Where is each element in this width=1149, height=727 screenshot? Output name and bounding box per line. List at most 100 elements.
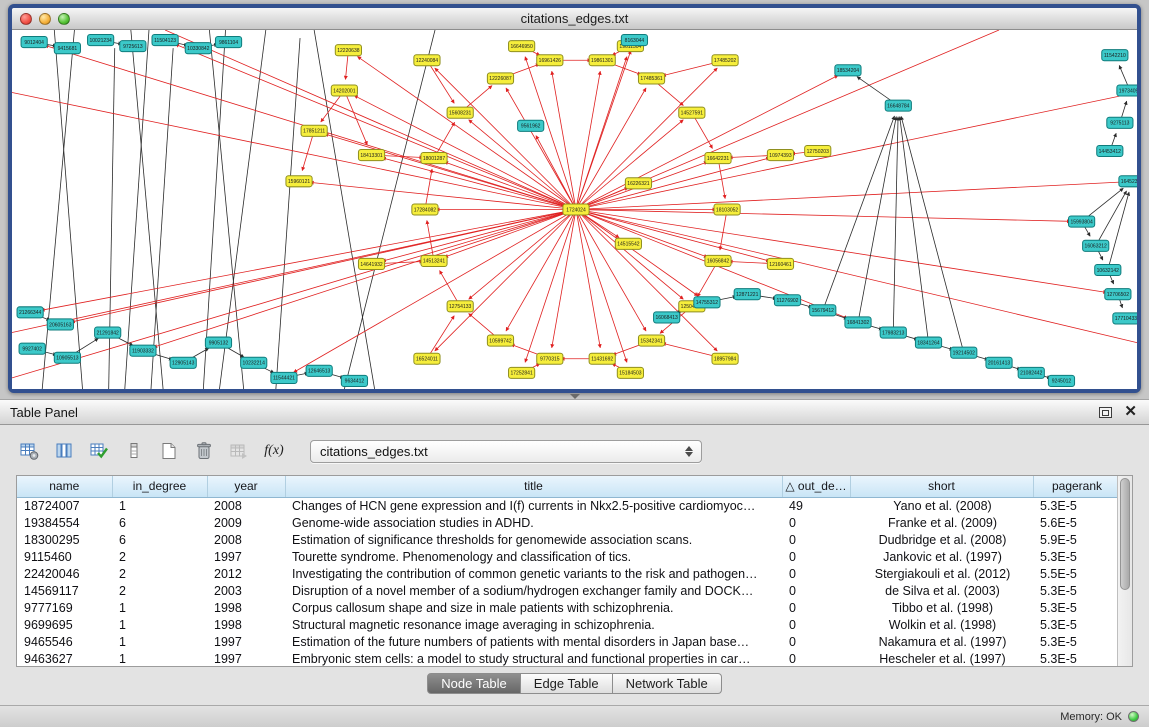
column-header-pagerank[interactable]: pagerank	[1033, 476, 1117, 497]
graph-node[interactable]: 14527591	[679, 107, 705, 118]
table-cell[interactable]: 2012	[207, 565, 285, 582]
graph-node[interactable]: 21082442	[1018, 367, 1044, 378]
table-row[interactable]: 911546021997Tourette syndrome. Phenomeno…	[17, 548, 1117, 565]
table-cell[interactable]: 1	[112, 633, 207, 650]
graph-node[interactable]: 17710433	[1113, 313, 1137, 324]
table-cell[interactable]: 5.3E-5	[1033, 497, 1117, 514]
graph-node[interactable]: 10974393	[767, 149, 793, 160]
table-cell[interactable]: 1998	[207, 599, 285, 616]
graph-node[interactable]: 20161413	[986, 357, 1012, 368]
graph-edge[interactable]	[576, 210, 683, 300]
table-cell[interactable]: 1	[112, 497, 207, 514]
table-cell[interactable]: Disruption of a novel member of a sodium…	[285, 582, 782, 599]
graph-node[interactable]: 12871221	[734, 289, 760, 300]
graph-node[interactable]: 14453412	[1097, 145, 1123, 156]
graph-node[interactable]: 19734093	[1117, 85, 1137, 96]
delete-table-button[interactable]	[191, 438, 217, 464]
table-row[interactable]: 946554611997Estimation of the future num…	[17, 633, 1117, 650]
graph-node[interactable]: 17284082	[412, 204, 438, 215]
graph-node[interactable]: 12754133	[447, 301, 473, 312]
function-builder-button[interactable]: f(x)	[261, 438, 287, 464]
graph-node[interactable]: 10232214	[241, 357, 267, 368]
table-cell[interactable]: Franke et al. (2009)	[850, 514, 1033, 531]
graph-node[interactable]: 17983213	[880, 327, 906, 338]
table-mode-button[interactable]	[16, 438, 42, 464]
graph-node[interactable]: 14513241	[421, 255, 447, 266]
graph-node[interactable]: 10599742	[487, 335, 513, 346]
graph-node[interactable]: 19861301	[589, 55, 615, 66]
graph-node[interactable]: 12240084	[414, 55, 440, 66]
table-cell[interactable]: Jankovic et al. (1997)	[850, 548, 1033, 565]
table-cell[interactable]: 0	[782, 531, 850, 548]
zoom-window-icon[interactable]	[58, 13, 70, 25]
table-cell[interactable]: Changes of HCN gene expression and I(f) …	[285, 497, 782, 514]
table-row[interactable]: 1872400712008Changes of HCN gene express…	[17, 497, 1117, 514]
table-cell[interactable]: 0	[782, 565, 850, 582]
table-cell[interactable]: 2	[112, 548, 207, 565]
column-header-year[interactable]: year	[207, 476, 285, 497]
graph-node[interactable]: 12226087	[487, 73, 513, 84]
graph-node[interactable]: 11431692	[589, 353, 615, 364]
single-column-button[interactable]	[121, 438, 147, 464]
graph-node[interactable]: 16056842	[705, 255, 731, 266]
column-header-title[interactable]: title	[285, 476, 782, 497]
table-cell[interactable]: 2	[112, 582, 207, 599]
graph-edge[interactable]	[893, 117, 898, 333]
graph-node[interactable]: 10330842	[185, 43, 211, 54]
graph-edge[interactable]	[901, 116, 964, 352]
table-cell[interactable]: 22420046	[17, 565, 112, 582]
graph-node[interactable]: 14641932	[358, 258, 384, 269]
table-cell[interactable]: Tourette syndrome. Phenomenology and cla…	[285, 548, 782, 565]
graph-node[interactable]: 18341264	[915, 337, 941, 348]
table-cell[interactable]: Nakamura et al. (1997)	[850, 633, 1033, 650]
table-cell[interactable]: 1998	[207, 616, 285, 633]
table-cell[interactable]: 5.3E-5	[1033, 599, 1117, 616]
tab-network-table[interactable]: Network Table	[613, 673, 722, 694]
table-cell[interactable]: 9115460	[17, 548, 112, 565]
graph-node[interactable]: 9275113	[1107, 117, 1133, 128]
table-cell[interactable]: 2009	[207, 514, 285, 531]
graph-edge[interactable]	[153, 210, 576, 348]
graph-edge[interactable]	[294, 210, 576, 373]
table-row[interactable]: 977716911998Corpus callosum shape and si…	[17, 599, 1117, 616]
graph-node[interactable]: 11544421	[271, 372, 297, 383]
graph-edge[interactable]	[525, 210, 576, 363]
network-graph[interactable]: 1724024181030521605684212504291153423411…	[12, 30, 1137, 389]
graph-edge[interactable]	[900, 117, 929, 343]
graph-node[interactable]: 9245012	[1048, 375, 1074, 386]
table-cell[interactable]: 2008	[207, 497, 285, 514]
graph-node[interactable]: 19214502	[951, 347, 977, 358]
table-cell[interactable]: Yano et al. (2008)	[850, 497, 1033, 514]
graph-edge[interactable]	[576, 210, 627, 363]
table-cell[interactable]: 9699695	[17, 616, 112, 633]
window-titlebar[interactable]: citations_edges.txt	[12, 8, 1137, 30]
float-panel-icon[interactable]	[1099, 407, 1112, 418]
graph-node[interactable]: 10021234	[88, 35, 114, 46]
graph-edge[interactable]	[344, 91, 367, 145]
graph-node[interactable]: 20605163	[47, 319, 73, 330]
table-row[interactable]: 1938455462009Genome-wide association stu…	[17, 514, 1117, 531]
graph-edge[interactable]	[469, 210, 576, 300]
graph-edge[interactable]	[858, 117, 896, 323]
table-cell[interactable]: 0	[782, 616, 850, 633]
table-cell[interactable]: 5.6E-5	[1033, 514, 1117, 531]
graph-node[interactable]: 9415681	[54, 43, 80, 54]
table-cell[interactable]: Dudbridge et al. (2008)	[850, 531, 1033, 548]
table-cell[interactable]: 0	[782, 650, 850, 666]
graph-node[interactable]: 12646513	[306, 365, 332, 376]
graph-edge[interactable]	[427, 60, 454, 103]
graph-node[interactable]: 15184503	[617, 367, 643, 378]
graph-node[interactable]: 17252841	[509, 367, 535, 378]
graph-edge[interactable]	[425, 169, 432, 210]
table-cell[interactable]: 19384554	[17, 514, 112, 531]
graph-node[interactable]: 16642231	[705, 153, 731, 164]
graph-node[interactable]: 9012404	[21, 37, 47, 48]
table-selector-dropdown[interactable]: citations_edges.txt	[310, 440, 702, 463]
graph-node[interactable]: 21266344	[17, 307, 43, 318]
network-canvas[interactable]: 1724024181030521605684212504291153423411…	[12, 30, 1137, 389]
graph-node[interactable]: 21291842	[95, 327, 121, 338]
table-cell[interactable]: 1997	[207, 633, 285, 650]
table-cell[interactable]: 14569117	[17, 582, 112, 599]
graph-edge[interactable]	[1108, 192, 1129, 270]
table-row[interactable]: 946362711997Embryonic stem cells: a mode…	[17, 650, 1117, 666]
